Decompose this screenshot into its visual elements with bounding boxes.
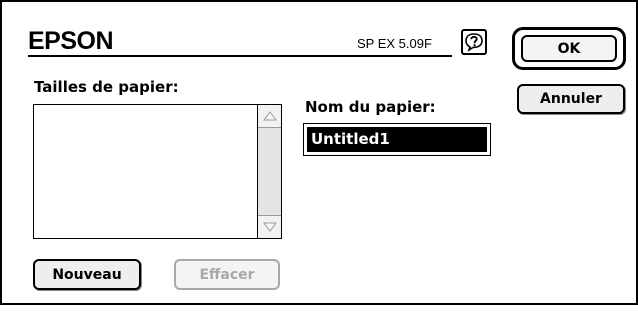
delete-button: Effacer xyxy=(174,259,280,290)
help-balloon-glyph xyxy=(465,33,483,52)
dialog-border-bottom xyxy=(0,303,638,305)
paper-sizes-scrollbar[interactable] xyxy=(257,105,281,238)
cancel-button[interactable]: Annuler xyxy=(517,84,625,114)
paper-name-label: Nom du papier: xyxy=(305,98,436,116)
new-button[interactable]: Nouveau xyxy=(33,259,141,290)
paper-name-value[interactable]: Untitled1 xyxy=(307,127,487,152)
paper-sizes-label: Tailles de papier: xyxy=(34,78,179,96)
ok-button[interactable]: OK xyxy=(521,35,617,62)
paper-size-dialog: EPSON SP EX 5.09F OK Annuler Tailles de … xyxy=(0,0,638,311)
paper-sizes-list[interactable] xyxy=(33,104,282,239)
scroll-up-button[interactable] xyxy=(258,105,281,128)
ok-button-default-ring[interactable]: OK xyxy=(512,27,626,70)
epson-logo: EPSON xyxy=(28,27,114,55)
header-divider xyxy=(28,55,452,57)
scroll-down-button[interactable] xyxy=(258,215,281,238)
arrow-down-icon xyxy=(262,222,277,232)
scroll-track[interactable] xyxy=(258,128,281,215)
version-label: SP EX 5.09F xyxy=(357,36,432,51)
arrow-up-icon xyxy=(262,111,277,121)
dialog-border-left xyxy=(0,0,2,305)
dialog-border-top xyxy=(0,0,638,2)
paper-name-field[interactable]: Untitled1 xyxy=(303,123,491,156)
help-balloon-icon[interactable] xyxy=(461,29,487,55)
